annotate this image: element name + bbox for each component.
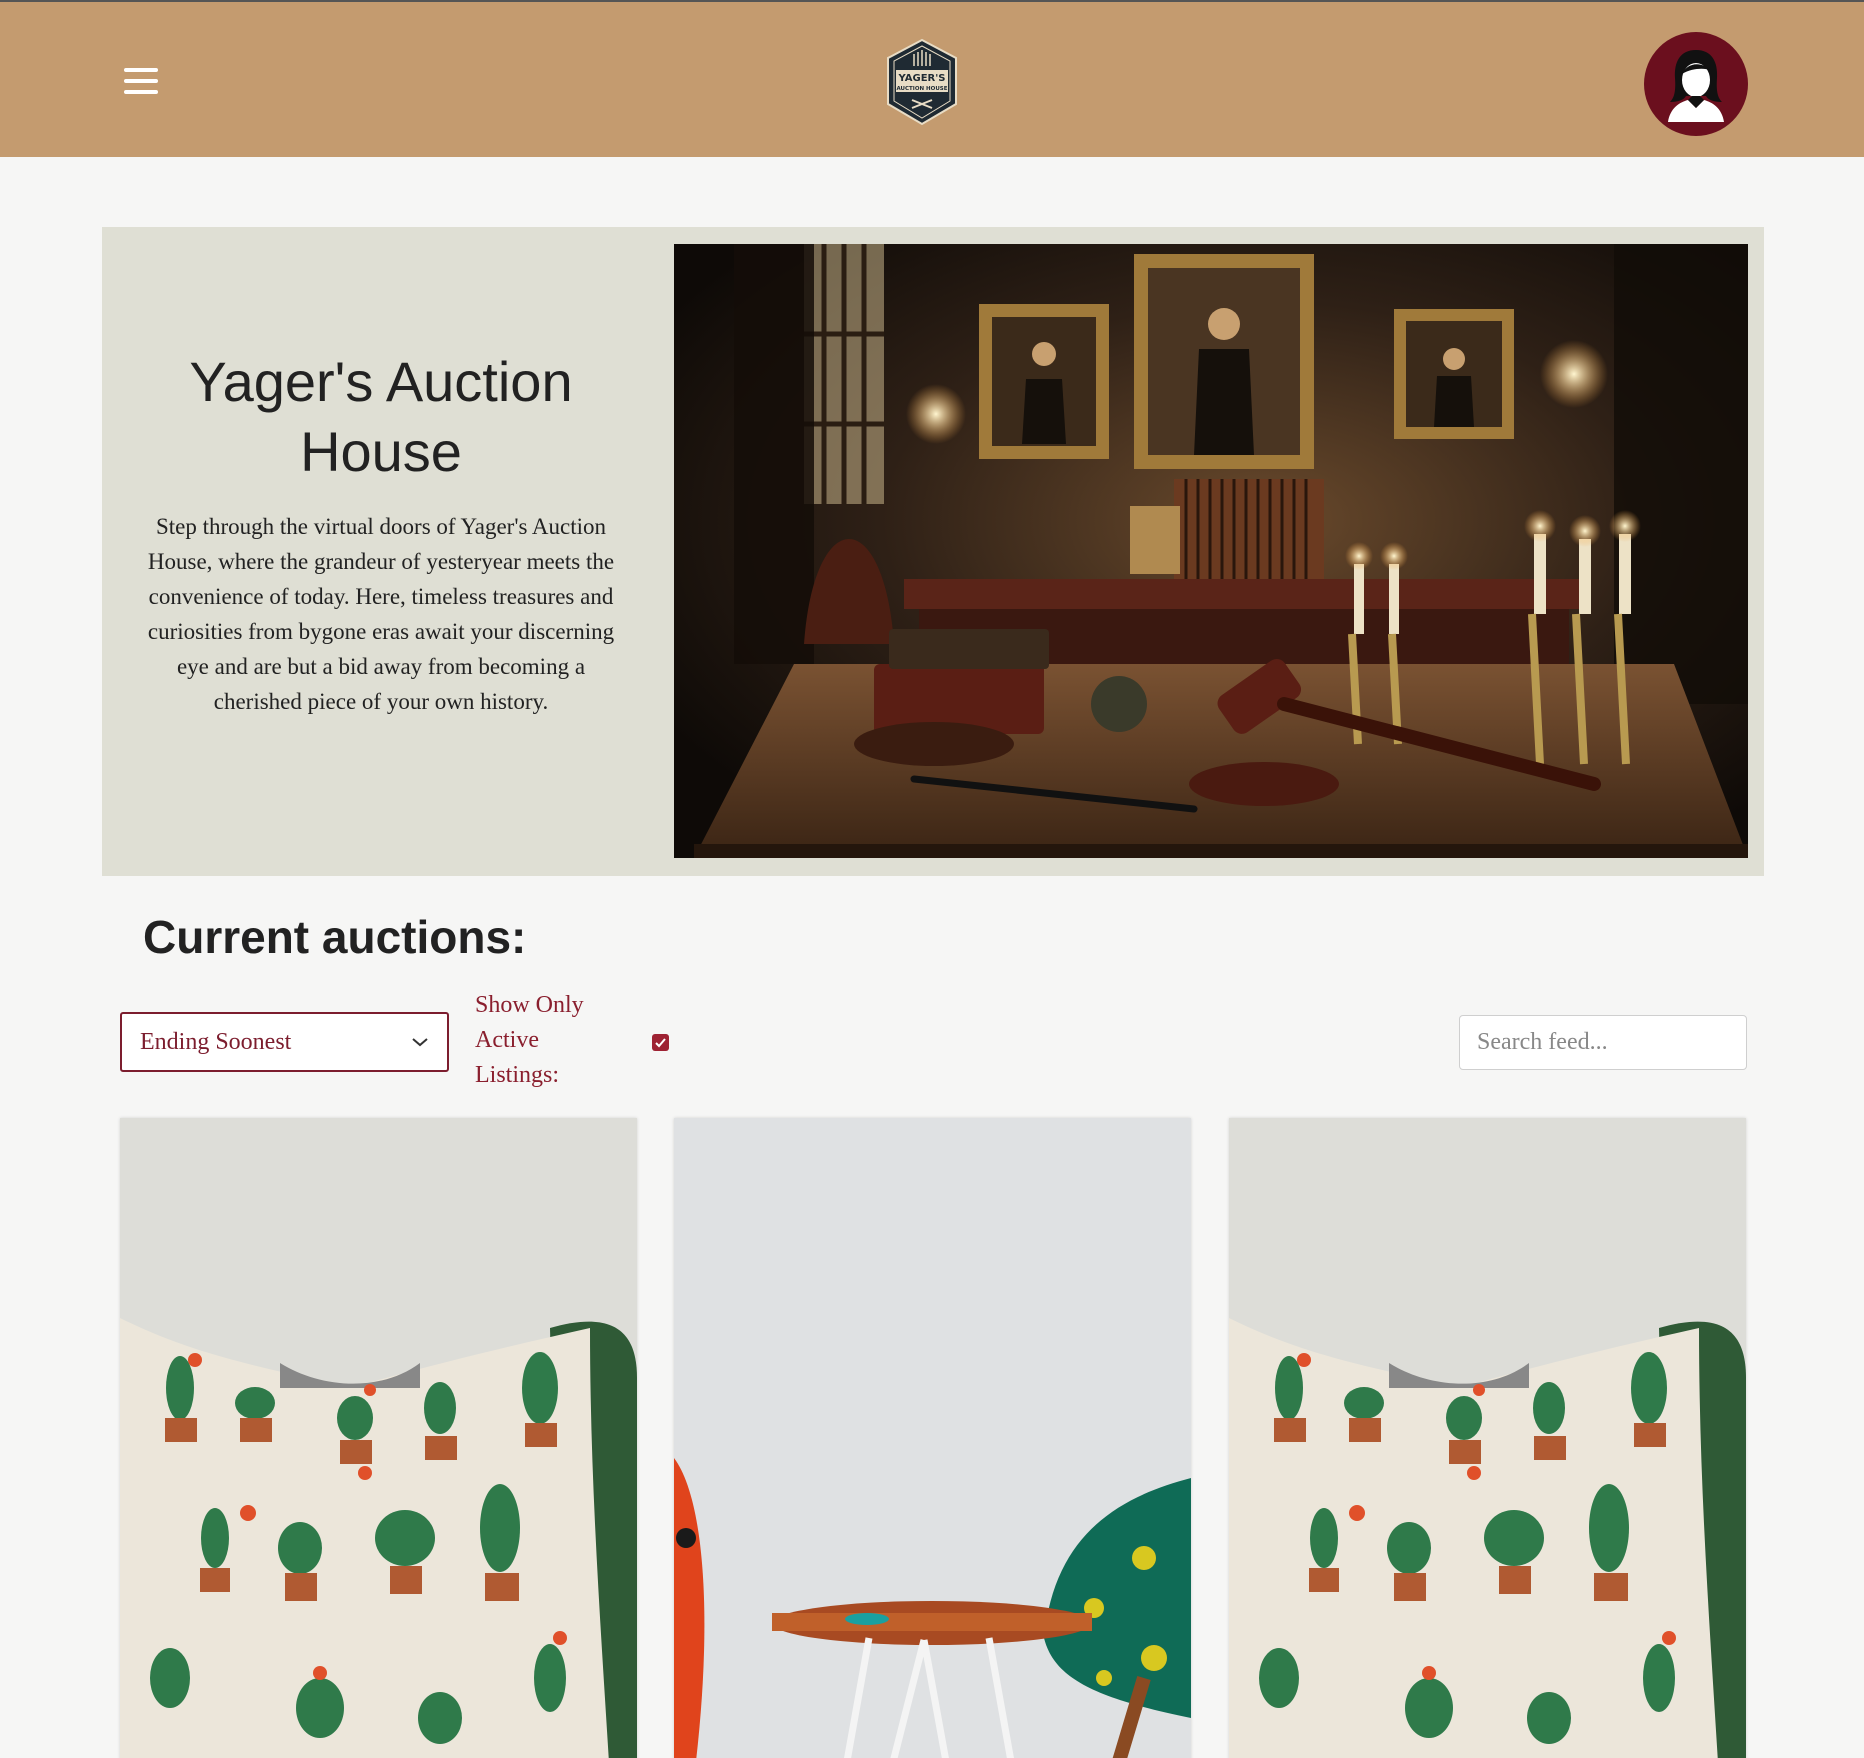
listing-image (120, 1118, 637, 1758)
search-input[interactable] (1459, 1015, 1747, 1070)
active-filter-label: Show Only Active Listings: (475, 992, 584, 1088)
listing-image (1229, 1118, 1746, 1758)
hero-image (674, 244, 1748, 858)
checkmark-icon (655, 1038, 666, 1048)
hero-section: Yager's Auction House Step through the v… (102, 227, 1764, 876)
chevron-down-icon (412, 1038, 428, 1047)
logo-text-top: YAGER'S (897, 73, 945, 84)
sort-dropdown[interactable]: Ending Soonest (120, 1012, 449, 1072)
active-only-checkbox[interactable] (652, 1034, 669, 1051)
user-avatar-icon[interactable] (1644, 32, 1748, 136)
hero-text: Yager's Auction House Step through the v… (140, 347, 622, 719)
top-nav-bar: YAGER'S AUCTION HOUSE (0, 0, 1864, 157)
listing-card[interactable] (120, 1118, 637, 1758)
logo[interactable]: YAGER'S AUCTION HOUSE (884, 38, 960, 126)
hero-description: Step through the virtual doors of Yager'… (147, 514, 615, 714)
logo-text-bottom: AUCTION HOUSE (896, 86, 947, 92)
hamburger-icon[interactable] (124, 68, 158, 96)
sort-selected-value: Ending Soonest (140, 1028, 292, 1055)
listing-image (674, 1118, 1191, 1758)
listing-card[interactable] (1229, 1118, 1746, 1758)
section-heading: Current auctions: (143, 911, 527, 963)
page-title: Yager's Auction House (189, 350, 573, 483)
listing-card[interactable] (674, 1118, 1191, 1758)
